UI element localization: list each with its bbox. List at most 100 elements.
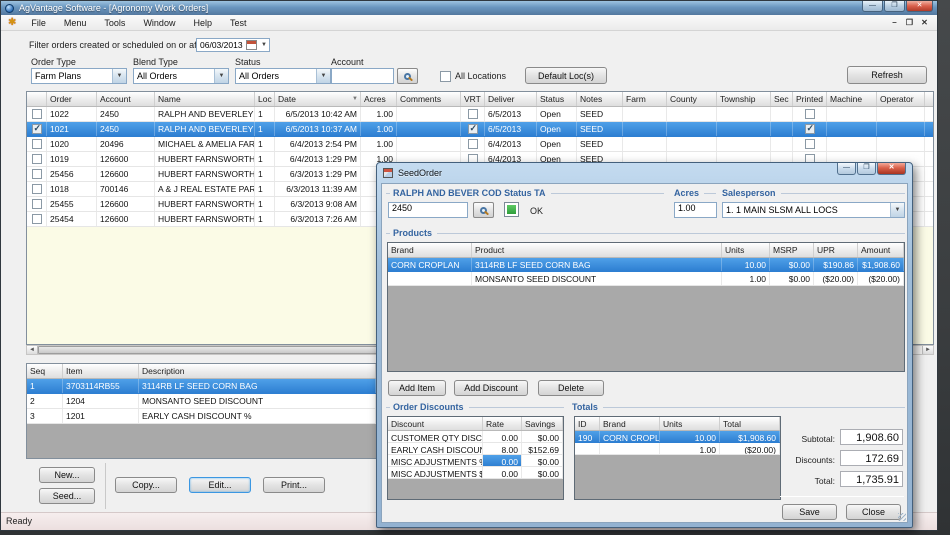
grid-cell[interactable]: 126600 xyxy=(97,167,155,181)
grid-cell[interactable]: 1019 xyxy=(47,152,97,166)
minimize-icon[interactable]: — xyxy=(862,1,883,12)
column-header[interactable]: Status xyxy=(537,92,577,106)
grid-cell[interactable]: MISC ADJUSTMENTS % ... xyxy=(388,455,483,466)
dialog-account-input[interactable]: 2450 xyxy=(388,202,468,218)
blend-type-select[interactable]: All Orders ▼ xyxy=(133,68,229,84)
column-header[interactable]: Description xyxy=(139,364,376,378)
grid-cell[interactable]: MONSANTO SEED DISCOUNT xyxy=(139,394,376,408)
grid-cell[interactable] xyxy=(717,107,771,121)
column-header[interactable]: UPR xyxy=(814,243,858,257)
column-header[interactable]: Farm xyxy=(623,92,667,106)
grid-cell[interactable] xyxy=(397,137,461,151)
account-input[interactable] xyxy=(331,68,394,84)
menu-file[interactable]: File xyxy=(22,16,55,30)
grid-cell[interactable]: Open xyxy=(537,137,577,151)
grid-cell[interactable]: MICHAEL & AMELIA FARAG... xyxy=(155,137,255,151)
column-header[interactable]: VRT xyxy=(461,92,485,106)
grid-cell[interactable]: A & J REAL ESTATE PART... xyxy=(155,182,255,196)
grid-cell[interactable]: 1.00 xyxy=(361,122,397,136)
grid-cell[interactable]: 1 xyxy=(255,122,275,136)
grid-cell[interactable]: 25456 xyxy=(47,167,97,181)
grid-cell[interactable]: $1,908.60 xyxy=(720,431,780,442)
order-type-select[interactable]: Farm Plans ▼ xyxy=(31,68,127,84)
grid-cell[interactable]: Open xyxy=(537,107,577,121)
grid-cell[interactable]: $1,908.60 xyxy=(858,258,904,271)
row-checkbox[interactable] xyxy=(32,184,42,194)
maximize-icon[interactable]: ❐ xyxy=(884,1,905,12)
account-search-button[interactable] xyxy=(397,68,418,84)
grid-cell[interactable]: 126600 xyxy=(97,212,155,226)
grid-cell[interactable] xyxy=(461,137,485,151)
row-checkbox[interactable] xyxy=(32,199,42,209)
dialog-title-bar[interactable]: SeedOrder — ❐ ✕ xyxy=(377,163,912,183)
close-button[interactable]: Close xyxy=(846,504,901,520)
grid-cell[interactable] xyxy=(717,122,771,136)
close-icon[interactable]: ✕ xyxy=(906,1,933,12)
grid-cell[interactable]: 1.00 xyxy=(361,137,397,151)
column-header[interactable]: Amount xyxy=(858,243,904,257)
grid-cell[interactable]: $0.00 xyxy=(522,455,563,466)
print-button[interactable]: Print... xyxy=(263,477,325,493)
grid-cell[interactable]: $0.00 xyxy=(770,272,814,285)
chevron-down-icon[interactable]: ▼ xyxy=(112,69,126,83)
column-header[interactable]: Brand xyxy=(388,243,472,257)
grid-cell[interactable] xyxy=(717,137,771,151)
grid-cell[interactable] xyxy=(27,137,47,151)
grid-cell[interactable]: 1 xyxy=(255,137,275,151)
grid-cell[interactable]: 6/4/2013 xyxy=(485,137,537,151)
grid-cell[interactable]: MISC ADJUSTMENTS $/UN... xyxy=(388,467,483,478)
grid-cell[interactable] xyxy=(793,137,827,151)
column-header[interactable] xyxy=(27,92,47,106)
column-header[interactable]: Brand xyxy=(600,417,660,430)
menu-window[interactable]: Window xyxy=(134,16,184,30)
mdi-close-icon[interactable]: ✕ xyxy=(917,16,932,29)
row-checkbox[interactable] xyxy=(805,109,815,119)
grid-cell[interactable] xyxy=(771,137,793,151)
discount-row[interactable]: EARLY CASH DISCOUNT %...8.00$152.69 xyxy=(388,443,563,455)
grid-cell[interactable]: 10.00 xyxy=(660,431,720,442)
grid-cell[interactable]: 126600 xyxy=(97,152,155,166)
grid-cell[interactable]: 1018 xyxy=(47,182,97,196)
title-bar[interactable]: AgVantage Software - [Agronomy Work Orde… xyxy=(1,1,937,15)
grid-cell[interactable] xyxy=(827,137,877,151)
totals-grid[interactable]: IDBrandUnitsTotal190CORN CROPLAN10.00$1,… xyxy=(574,416,781,500)
delete-button[interactable]: Delete xyxy=(538,380,604,396)
row-checkbox[interactable] xyxy=(32,214,42,224)
grid-cell[interactable]: 1021 xyxy=(47,122,97,136)
totals-row[interactable]: 1.00($20.00) xyxy=(575,443,780,455)
grid-cell[interactable]: 1 xyxy=(255,212,275,226)
column-header[interactable]: Loc xyxy=(255,92,275,106)
row-checkbox[interactable] xyxy=(32,124,42,134)
grid-cell[interactable]: 3 xyxy=(27,409,63,423)
grid-cell[interactable] xyxy=(27,152,47,166)
column-header[interactable]: Account xyxy=(97,92,155,106)
grid-cell[interactable] xyxy=(397,107,461,121)
menu-test[interactable]: Test xyxy=(221,16,256,30)
grid-cell[interactable] xyxy=(27,197,47,211)
grid-cell[interactable]: 20496 xyxy=(97,137,155,151)
row-checkbox[interactable] xyxy=(468,139,478,149)
column-header[interactable]: Acres xyxy=(361,92,397,106)
line-item-row[interactable]: 31201EARLY CASH DISCOUNT % xyxy=(27,409,376,424)
calendar-icon[interactable] xyxy=(246,40,257,50)
menu-menu[interactable]: Menu xyxy=(55,16,96,30)
grid-cell[interactable]: 3114RB LF SEED CORN BAG xyxy=(139,379,376,393)
grid-cell[interactable]: $0.00 xyxy=(522,431,563,442)
grid-cell[interactable]: 6/4/2013 2:54 PM xyxy=(275,137,361,151)
grid-cell[interactable] xyxy=(27,182,47,196)
column-header[interactable]: Sec xyxy=(771,92,793,106)
grid-cell[interactable] xyxy=(27,107,47,121)
grid-cell[interactable]: EARLY CASH DISCOUNT % xyxy=(139,409,376,423)
products-grid[interactable]: BrandProductUnitsMSRPUPRAmountCORN CROPL… xyxy=(387,242,905,372)
grid-cell[interactable]: 6/3/2013 7:26 AM xyxy=(275,212,361,226)
scroll-right-icon[interactable]: ► xyxy=(922,346,933,354)
acres-input[interactable]: 1.00 xyxy=(674,202,717,218)
grid-cell[interactable] xyxy=(793,107,827,121)
add-item-button[interactable]: Add Item xyxy=(388,380,446,396)
grid-cell[interactable] xyxy=(667,122,717,136)
grid-cell[interactable]: $152.69 xyxy=(522,443,563,454)
order-row[interactable]: 102020496MICHAEL & AMELIA FARAG...16/4/2… xyxy=(27,137,933,152)
column-header[interactable]: Rate xyxy=(483,417,522,430)
grid-cell[interactable]: HUBERT FARNSWORTH ... xyxy=(155,212,255,226)
default-locs-button[interactable]: Default Loc(s) xyxy=(525,67,607,84)
